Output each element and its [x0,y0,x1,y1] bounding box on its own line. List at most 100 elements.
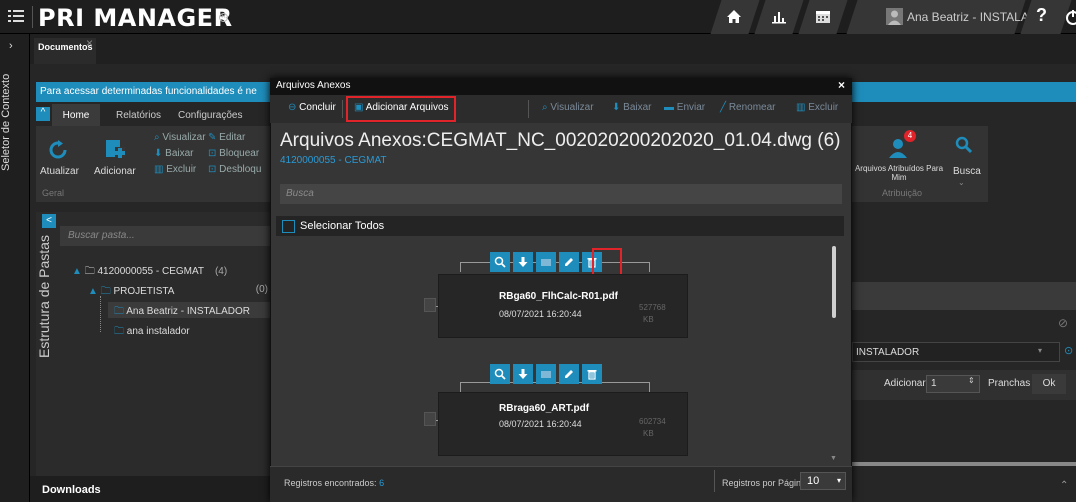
divider [528,100,529,118]
tree-item[interactable]: ▲ 🗀 4120000055 - CEGMAT (4) [72,264,227,281]
divider [32,6,33,28]
tree-item[interactable]: 🗀 ana instalador [114,324,190,341]
download-icon[interactable] [513,252,533,272]
ribbon-toggle-icon[interactable]: ^ [36,107,50,121]
send-icon[interactable] [536,252,556,272]
file-search-input[interactable]: Busca [280,184,842,204]
node-marker [424,298,436,312]
add-sheets-row: Adicionar 1 ⇕ Pranchas Ok [852,370,1076,400]
expand-icon[interactable]: › [9,40,13,52]
info-bar-right [852,82,1076,102]
search-icon[interactable] [955,136,973,154]
dialog-heading: Arquivos Anexos:CEGMAT_NC_00202020020202… [280,130,841,151]
select-all-label[interactable]: Selecionar Todos [300,220,384,232]
view-icon[interactable] [490,364,510,384]
ribbon-tabs: ^ Home Relatórios Configurações [36,104,276,126]
send-button[interactable]: ▬ Enviar [664,102,705,113]
notification-badge: 4 [904,130,916,142]
delete-highlight [592,248,622,276]
refresh-icon[interactable] [48,140,68,160]
delete-button[interactable]: ▥ Excluir [154,164,196,175]
tree-item[interactable]: 🗀 Ana Beatriz - INSTALADOR [114,304,250,321]
folder-structure-label: Estrutura de Pastas [36,235,52,359]
file-size-unit: KB [643,429,654,438]
menu-icon[interactable] [8,9,24,23]
edit-button[interactable]: ✎ Editar [208,132,245,143]
help-icon: ? [1036,5,1047,25]
unlock-button[interactable]: ⊡ Desbloqu [208,164,261,175]
view-button[interactable]: ⌕ Visualizar [542,102,594,113]
delete-button[interactable]: ▥ Excluir [796,102,838,113]
add-document-icon[interactable] [104,138,126,160]
calendar-icon [815,9,831,24]
power-icon[interactable] [1064,8,1076,26]
ribbon-body: Atualizar Adicionar ⌕ Visualizar ✎ Edita… [36,126,272,202]
file-card[interactable]: RBraga60_ART.pdf 08/07/2021 16:20:44 602… [438,392,688,456]
refresh-button[interactable]: Atualizar [40,166,79,177]
rename-button[interactable]: ╱ Renomear [720,102,776,113]
chevron-up-icon[interactable]: ⌃ [1060,480,1068,491]
sheets-label: Pranchas [988,378,1031,389]
download-button[interactable]: ⬇ Baixar [612,102,652,113]
file-actions [490,364,602,384]
assigned-files-button[interactable]: Arquivos Atribuídos Para Mim [854,164,944,182]
attachment-icon[interactable]: ⊘ [1058,316,1068,330]
tree-connector [100,296,101,332]
per-page-select[interactable]: 10 ▾ [800,472,846,490]
select-all-checkbox[interactable] [282,220,295,233]
registered-mark: R [219,13,228,22]
stepper-icon[interactable]: ⇕ [968,376,975,385]
delete-icon[interactable] [582,364,602,384]
file-date: 08/07/2021 16:20:44 [499,309,582,319]
records-found: Registros encontrados: 6 [284,478,385,488]
tab-settings[interactable]: Configurações [178,104,242,126]
folder-panel [36,212,272,476]
divider [714,470,715,492]
tab-documents-label: Documentos [38,42,93,52]
tab-reports[interactable]: Relatórios [116,104,161,126]
file-card[interactable]: RBga60_FlhCalc-R01.pdf 08/07/2021 16:20:… [438,274,688,338]
download-icon[interactable] [513,364,533,384]
add-button[interactable]: Adicionar [94,166,136,177]
brand-logo: PRI MANAGER [38,4,233,32]
right-ribbon: 4 Arquivos Atribuídos Para Mim Busca ⌄ A… [852,126,988,202]
search-button[interactable]: Busca [953,166,981,177]
user-select[interactable]: INSTALADOR [852,342,1060,362]
ribbon-group-label: Geral [42,188,65,198]
lock-button[interactable]: ⊡ Bloquear [208,148,259,159]
add-label: Adicionar [884,378,926,389]
rename-icon[interactable] [559,364,579,384]
scroll-down-icon[interactable]: ▼ [830,455,837,462]
scrollbar-thumb[interactable] [832,246,836,318]
file-size: 602734 [639,417,666,426]
document-tab-row [30,34,1076,64]
horizontal-scrollbar[interactable] [852,462,1076,466]
link-icon[interactable]: ⊙ [1064,344,1073,357]
divider [342,100,343,118]
tab-close-icon[interactable]: × [86,36,93,50]
send-icon[interactable] [536,364,556,384]
view-icon[interactable] [490,252,510,272]
tab-home[interactable]: Home [52,104,100,126]
dialog-subheading: 4120000055 - CEGMAT [280,155,387,166]
conclude-button[interactable]: ⊖ Concluir [288,102,336,113]
info-bar: Para acessar determinadas funcionalidade… [36,82,272,102]
ok-button[interactable]: Ok [1032,374,1066,394]
folder-collapse-button[interactable]: < [42,214,56,228]
view-button[interactable]: ⌕ Visualizar [154,132,206,143]
download-button[interactable]: ⬇ Baixar [154,148,194,159]
rename-icon[interactable] [559,252,579,272]
downloads-bar[interactable]: Downloads [30,476,270,502]
file-size: 527768 [639,303,666,312]
dialog-titlebar [270,78,852,95]
folder-search-input[interactable]: Buscar pasta... [60,226,272,246]
close-icon[interactable]: × [838,78,845,92]
file-name: RBga60_FlhCalc-R01.pdf [499,291,618,302]
dialog-title: Arquivos Anexos [276,80,351,91]
per-page-label: Registros por Página [722,478,807,488]
file-name: RBraga60_ART.pdf [499,403,590,414]
tree-item[interactable]: ▲ 🗀 PROJETISTA (0) [88,284,268,301]
home-icon [726,9,742,24]
context-selector-label[interactable]: Seletor de Contexto [0,52,30,192]
file-date: 08/07/2021 16:20:44 [499,419,582,429]
